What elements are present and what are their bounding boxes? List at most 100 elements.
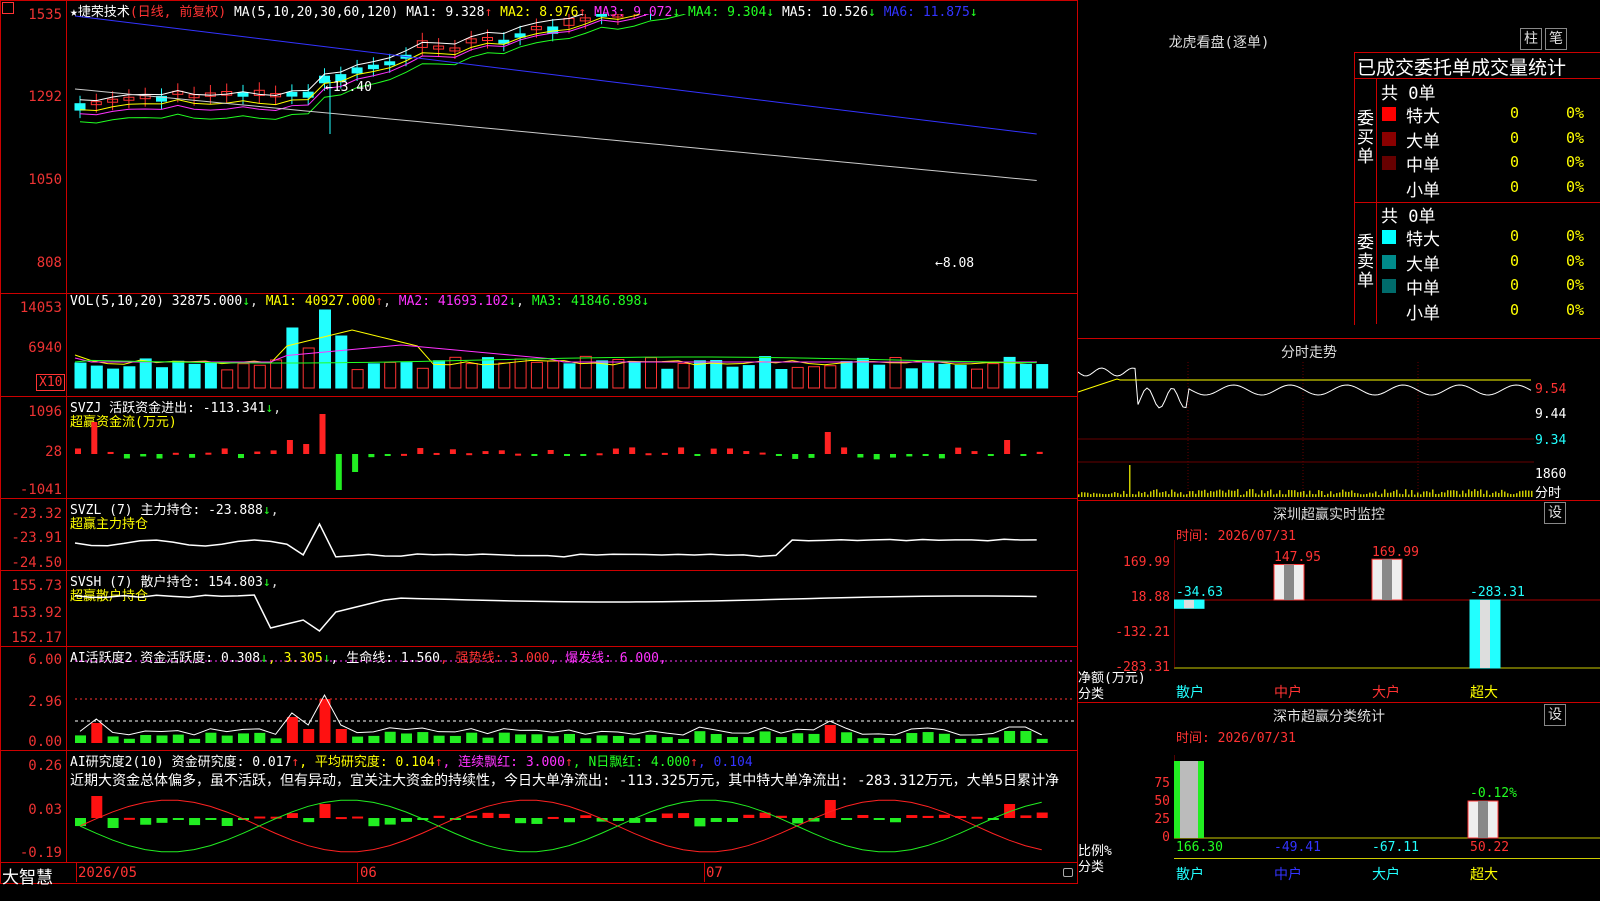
fund-flow-bar (808, 454, 815, 458)
intraday-volume-bar (1339, 492, 1341, 497)
bar-mode-button[interactable]: 柱 (1520, 28, 1542, 50)
intraday-volume-bar (1093, 492, 1095, 497)
intraday-axis-3: 9.34 (1535, 433, 1567, 448)
research-bar (1036, 812, 1048, 818)
tick-mode-button[interactable]: 笔 (1545, 28, 1567, 50)
order-percent: 0% (1566, 276, 1585, 294)
classify-value: 50.22 (1470, 840, 1510, 855)
volume-bar (1036, 364, 1049, 389)
volume-bar (90, 365, 103, 389)
research-bar (384, 818, 396, 825)
volume-bar (204, 362, 217, 389)
intraday-volume-bar (1198, 490, 1200, 497)
intraday-axis-1: 9.54 (1535, 382, 1567, 397)
intraday-volume-bar (1279, 490, 1281, 497)
air-label: AI研究度2(10) 资金研究度: 0.017 (70, 755, 292, 770)
research-bar (922, 815, 934, 818)
right-panel: 龙虎看盘(逐单) 柱 笔 已成交委托单成交量统计 委买单 共 0单 委卖单 共 … (1078, 0, 1600, 900)
activity-bar (75, 735, 86, 743)
monitor-bar-chart[interactable] (1174, 540, 1600, 680)
research-bar (401, 818, 412, 822)
date-label-jun: 06 (360, 865, 377, 881)
intraday-volume-bar (1327, 493, 1329, 497)
lock-icon[interactable] (1063, 868, 1073, 877)
intraday-volume-bar (1243, 494, 1245, 497)
fund-flow-bar (75, 448, 81, 454)
intraday-volume-bar (1201, 490, 1203, 497)
main-position-chart[interactable] (67, 499, 1077, 570)
main-position-line (74, 522, 1037, 558)
activity-bar (91, 723, 103, 743)
research-bar (727, 818, 738, 822)
research-bar (1020, 815, 1032, 818)
volume-bar (482, 357, 494, 389)
fund-flow-bar (123, 454, 130, 459)
intraday-volume-bar (1228, 489, 1230, 497)
volume-bar (253, 364, 266, 389)
intraday-volume-bar (1273, 494, 1275, 497)
research-bar (140, 818, 152, 825)
fund-flow-bar (612, 448, 619, 454)
svsh-axis-bot: 152.17 (11, 630, 62, 646)
intraday-volume-bar (1084, 492, 1086, 497)
classify-value: -67.11 (1372, 840, 1419, 855)
activity-bar (759, 731, 771, 743)
ma2-line (79, 14, 641, 111)
intraday-chart[interactable] (1078, 362, 1534, 499)
activity-bar (1036, 738, 1048, 743)
monitor-bar-highlight (1382, 559, 1392, 600)
intraday-volume-bar (1507, 493, 1509, 497)
volume-bar (824, 365, 837, 389)
fund-flow-bar (645, 453, 652, 456)
monitor-settings-button[interactable]: 设 (1544, 502, 1566, 524)
retail-position-line (74, 594, 1037, 632)
volume-bar (384, 361, 397, 389)
ai2-axis-bot: 0.00 (28, 734, 62, 750)
vol-axis-top: 14053 (19, 300, 62, 316)
brand-label[interactable]: 大智慧 (2, 863, 53, 888)
activity-chart[interactable] (67, 647, 1077, 750)
intraday-volume-bar (1168, 494, 1170, 497)
price-axis-1535: 1535 (28, 7, 62, 23)
research-bar (857, 814, 869, 818)
volume-bar (596, 360, 609, 389)
intraday-volume-bar (1345, 491, 1347, 497)
intraday-volume-bar (1390, 492, 1392, 497)
order-count: 0 (1510, 104, 1520, 122)
intraday-volume-bar (1246, 491, 1248, 497)
research-bar (156, 818, 168, 823)
order-percent: 0% (1566, 153, 1585, 171)
intraday-volume-bar (1354, 492, 1356, 497)
activity-bar (466, 732, 478, 743)
intraday-volume-bar (1255, 493, 1257, 497)
vol-ma2-line (74, 344, 1037, 363)
price-axis-808: 808 (36, 255, 62, 271)
classify-bar-chart[interactable] (1174, 755, 1600, 841)
intraday-volume-bar (1483, 493, 1485, 497)
intraday-volume-bar (1126, 493, 1128, 497)
intraday-volume-bar (1495, 491, 1497, 497)
color-swatch (1382, 131, 1396, 146)
volume-bar (677, 362, 690, 389)
classify-settings-button[interactable]: 设 (1544, 704, 1566, 726)
ma5-line (74, 88, 1037, 181)
fund-flow-bar (971, 451, 978, 454)
research-bar (91, 796, 103, 818)
intraday-volume-bar (1096, 493, 1098, 497)
activity-bar (971, 738, 983, 743)
intraday-volume-bar (1486, 490, 1488, 497)
research-chart[interactable] (67, 786, 1077, 862)
volume-bar (237, 363, 250, 389)
fund-flow-bar (498, 450, 505, 454)
order-type-label: 大单 (1406, 254, 1440, 275)
volume-chart[interactable] (67, 300, 1077, 396)
research-bar (792, 818, 804, 824)
research-bar (694, 818, 706, 827)
intraday-volume-bar (1363, 494, 1365, 497)
volume-bar (547, 360, 560, 389)
order-count: 0 (1510, 177, 1520, 196)
candlestick-chart[interactable] (67, 14, 1077, 292)
retail-position-chart[interactable] (67, 571, 1077, 646)
fund-flow-chart[interactable] (67, 397, 1077, 498)
fund-flow-bar (1020, 454, 1027, 456)
